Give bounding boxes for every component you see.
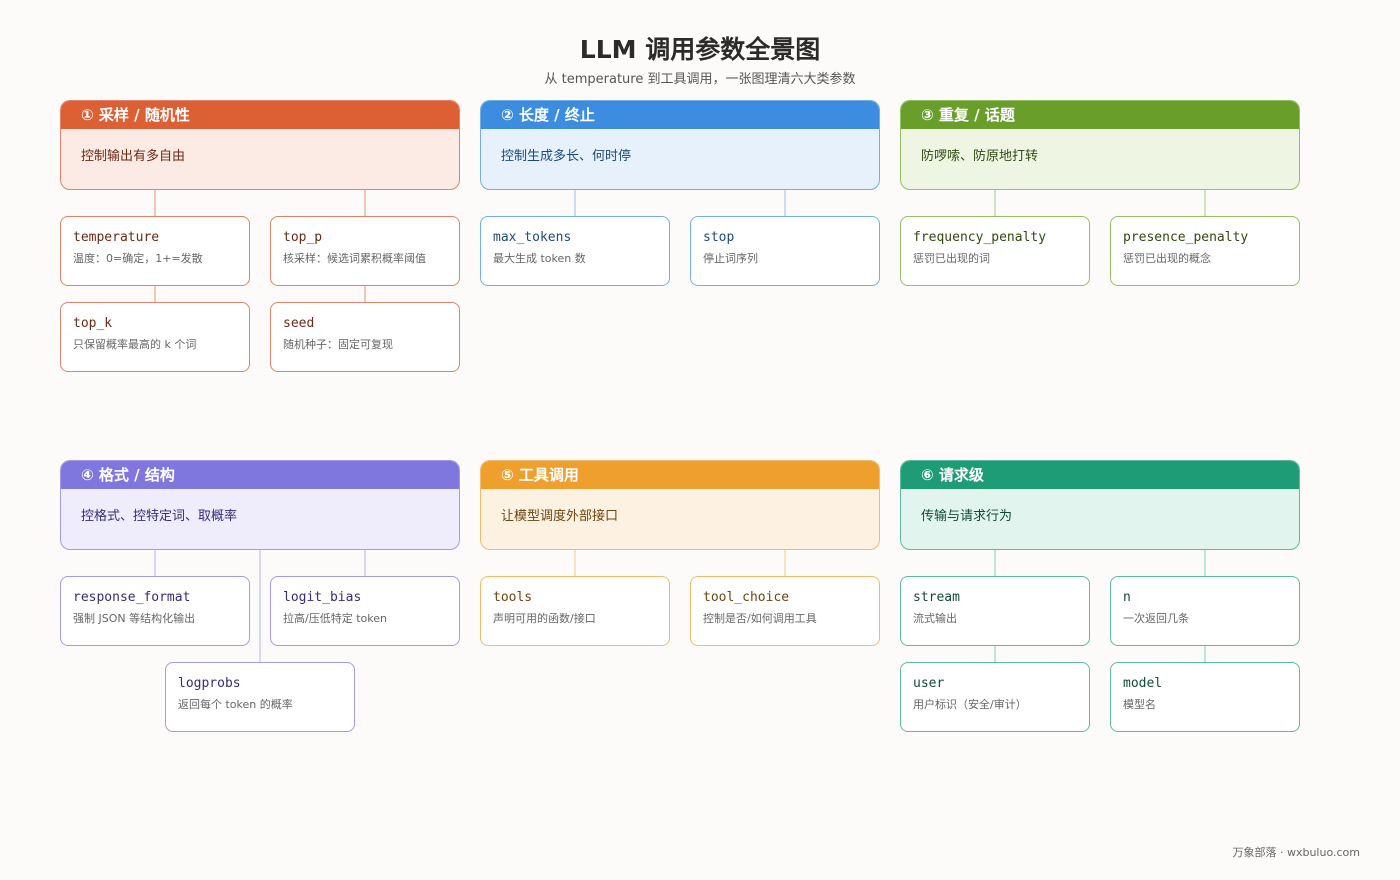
category-description: 控制输出有多自由 (81, 149, 186, 164)
param-description: 停止词序列 (703, 252, 758, 265)
category-description: 控制生成多长、何时停 (501, 149, 632, 164)
param-name: top_p (283, 230, 323, 245)
param-description: 流式输出 (913, 612, 957, 625)
param-name: stream (913, 590, 960, 605)
footer-credit: 万象部落 · wxbuluo.com (1232, 846, 1360, 859)
param-node-stream: stream 流式输出 (900, 576, 1090, 646)
param-node-logit-bias: logit_bias 拉高/压低特定 token (270, 576, 460, 646)
param-description: 声明可用的函数/接口 (493, 612, 596, 625)
param-node-user: user 用户标识（安全/审计） (900, 662, 1090, 732)
category-description: 传输与请求行为 (921, 509, 1013, 524)
param-name: user (913, 676, 945, 691)
category-box-3: ③ 重复 / 话题防啰嗦、防原地打转 (900, 100, 1300, 190)
param-node-tools: tools 声明可用的函数/接口 (480, 576, 670, 646)
category-box-2: ② 长度 / 终止控制生成多长、何时停 (480, 100, 880, 190)
param-name: tools (493, 590, 533, 605)
param-node-presence-penalty: presence_penalty 惩罚已出现的概念 (1110, 216, 1300, 286)
param-node-response-format: response_format 强制 JSON 等结构化输出 (60, 576, 250, 646)
param-node-temperature: temperature 温度：0=确定，1+=发散 (60, 216, 250, 286)
param-node-stop: stop 停止词序列 (690, 216, 880, 286)
param-description: 随机种子：固定可复现 (283, 338, 393, 351)
param-name: stop (703, 230, 735, 245)
category-box-1: ① 采样 / 随机性控制输出有多自由 (60, 100, 460, 190)
param-description: 只保留概率最高的 k 个词 (73, 338, 197, 351)
param-node-model: model 模型名 (1110, 662, 1300, 732)
param-description: 最大生成 token 数 (493, 252, 586, 265)
param-description: 用户标识（安全/审计） (913, 698, 1027, 711)
param-name: logit_bias (283, 590, 362, 605)
category-box-6: ⑥ 请求级传输与请求行为 (900, 460, 1300, 550)
param-node-top-p: top_p 核采样：候选词累积概率阈值 (270, 216, 460, 286)
param-name: n (1123, 590, 1131, 605)
category-title: ⑥ 请求级 (901, 461, 1299, 489)
category-description: 让模型调度外部接口 (501, 509, 619, 524)
param-description: 拉高/压低特定 token (283, 612, 387, 625)
param-description: 强制 JSON 等结构化输出 (73, 612, 196, 625)
category-title: ③ 重复 / 话题 (901, 101, 1299, 129)
param-description: 核采样：候选词累积概率阈值 (283, 252, 426, 265)
category-title: ① 采样 / 随机性 (61, 101, 459, 129)
param-node-seed: seed 随机种子：固定可复现 (270, 302, 460, 372)
param-node-n: n 一次返回几条 (1110, 576, 1300, 646)
param-description: 温度：0=确定，1+=发散 (73, 252, 203, 265)
param-node-frequency-penalty: frequency_penalty 惩罚已出现的词 (900, 216, 1090, 286)
param-description: 惩罚已出现的词 (913, 252, 990, 265)
category-description: 防啰嗦、防原地打转 (921, 149, 1039, 164)
category-box-4: ④ 格式 / 结构控格式、控特定词、取概率 (60, 460, 460, 550)
param-node-top-k: top_k 只保留概率最高的 k 个词 (60, 302, 250, 372)
param-name: seed (283, 316, 315, 331)
param-description: 控制是否/如何调用工具 (703, 612, 817, 625)
param-name: tool_choice (703, 590, 790, 605)
category-title: ⑤ 工具调用 (481, 461, 879, 489)
param-name: presence_penalty (1123, 230, 1249, 245)
category-title: ② 长度 / 终止 (481, 101, 879, 129)
param-description: 一次返回几条 (1123, 612, 1189, 625)
category-title: ④ 格式 / 结构 (61, 461, 459, 489)
param-name: response_format (73, 590, 191, 605)
param-node-tool-choice: tool_choice 控制是否/如何调用工具 (690, 576, 880, 646)
param-description: 返回每个 token 的概率 (178, 698, 293, 711)
param-name: model (1123, 676, 1163, 691)
param-name: max_tokens (493, 230, 572, 245)
category-description: 控格式、控特定词、取概率 (81, 509, 238, 524)
param-description: 模型名 (1123, 698, 1156, 711)
param-node-max-tokens: max_tokens 最大生成 token 数 (480, 216, 670, 286)
param-description: 惩罚已出现的概念 (1123, 252, 1211, 265)
param-name: frequency_penalty (913, 230, 1047, 245)
param-name: top_k (73, 316, 113, 331)
param-name: logprobs (178, 676, 241, 691)
param-node-logprobs: logprobs 返回每个 token 的概率 (165, 662, 355, 732)
param-name: temperature (73, 230, 160, 245)
category-box-5: ⑤ 工具调用让模型调度外部接口 (480, 460, 880, 550)
